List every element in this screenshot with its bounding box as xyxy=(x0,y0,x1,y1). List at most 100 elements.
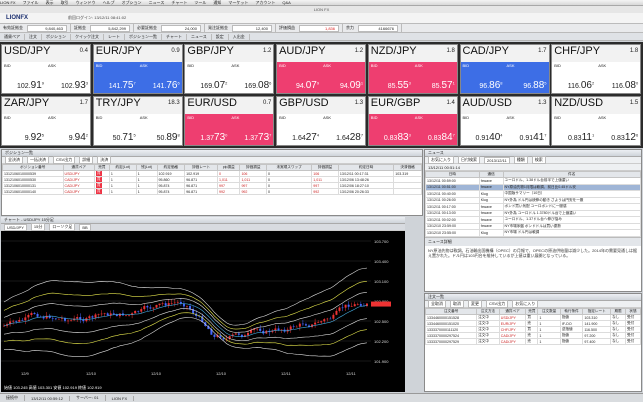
rate-tile[interactable]: AUD/USD 1.3 BID 0.91404 ASK 0.91417 xyxy=(459,96,550,146)
panel-tool-button[interactable]: 検索 xyxy=(531,156,546,164)
bid-button[interactable]: BID 102.919 xyxy=(2,62,46,93)
rate-tile[interactable]: AUD/JPY 1.2 BID 94.079 ASK 94.091 xyxy=(276,44,367,94)
ask-button[interactable]: ASK 96.885 xyxy=(504,62,549,93)
panel-tool-button[interactable]: 一括決済 xyxy=(27,156,49,164)
toolbar-button[interactable]: ポジション一覧 xyxy=(125,33,162,40)
rate-tile[interactable]: NZD/JPY 1.8 BID 85.553 ASK 85.571 xyxy=(367,44,458,94)
ask-price-main: 102. xyxy=(61,83,75,90)
rate-tile[interactable]: GBP/JPY 1.2 BID 169.072 ASK 169.086 xyxy=(184,44,275,94)
rate-spread: 1.8 xyxy=(629,48,639,54)
toolbar-button[interactable]: クイック注文 xyxy=(71,33,104,40)
account-label: 有効証拠金 xyxy=(3,25,23,30)
panel-tool-button[interactable]: CSV出力 xyxy=(486,300,509,308)
menu-item[interactable]: LION FX xyxy=(0,0,16,5)
menu-item[interactable]: ニュース xyxy=(149,0,165,6)
panel-tool-button[interactable]: 全決済 xyxy=(5,156,23,164)
toolbar-button[interactable]: 注文 xyxy=(25,33,42,40)
panel-tool-button[interactable]: 全取消 xyxy=(428,300,446,308)
panel-tool-button[interactable]: BB xyxy=(79,223,91,231)
bid-button[interactable]: BID 0.91404 xyxy=(460,114,505,145)
menu-item[interactable]: マーケット xyxy=(228,0,248,6)
candlestick-chart[interactable]: 103.700103.400103.100102.800102.500102.2… xyxy=(1,231,403,377)
ask-button[interactable]: ASK 1.37737 xyxy=(229,114,274,145)
bid-button[interactable]: BID 50.715 xyxy=(93,114,138,145)
bid-button[interactable]: BID 94.079 xyxy=(277,62,322,93)
toolbar-button[interactable]: 設定 xyxy=(212,33,229,40)
ask-button[interactable]: ASK 1.64287 xyxy=(321,114,366,145)
panel-tool-button[interactable]: お気に入り xyxy=(512,300,539,308)
rate-tile[interactable]: TRY/JPY 18.3 BID 50.715 ASK 50.898 xyxy=(92,96,183,146)
menu-item[interactable]: ツール xyxy=(194,0,206,6)
bid-button[interactable]: BID 96.868 xyxy=(460,62,505,93)
bid-button[interactable]: BID 116.062 xyxy=(552,62,597,93)
rate-tile[interactable]: CAD/JPY 1.7 BID 96.868 ASK 96.885 xyxy=(459,44,550,94)
bid-price-pip: 2 xyxy=(225,80,228,86)
ask-button[interactable]: ASK 0.83847 xyxy=(412,114,457,145)
rate-tile[interactable]: USD/JPY 0.4 BID 102.919 ASK 102.933 xyxy=(1,44,91,94)
ask-button[interactable]: ASK 0.83126 xyxy=(596,114,641,145)
ask-button[interactable]: ASK 94.091 xyxy=(321,62,366,93)
bid-button[interactable]: BID 1.37730 xyxy=(185,114,230,145)
panel-tool-button[interactable]: 変更 xyxy=(468,300,482,308)
toolbar-button[interactable]: チャート xyxy=(162,33,187,40)
ask-button[interactable]: ASK 85.571 xyxy=(412,62,457,93)
menu-item[interactable]: アカウント xyxy=(255,0,275,6)
ask-button[interactable]: ASK 50.898 xyxy=(137,114,182,145)
ask-button[interactable]: ASK 0.91417 xyxy=(504,114,549,145)
panel-tool-button[interactable]: USD/JPY xyxy=(4,223,27,231)
ask-button[interactable]: ASK 141.766 xyxy=(137,62,182,93)
menu-item[interactable]: ウィンドウ xyxy=(76,0,96,6)
panel-tool-button[interactable]: 詳細 xyxy=(79,156,94,164)
bid-price-pip: 5 xyxy=(133,132,136,138)
account-label: 証拠金 xyxy=(74,25,86,30)
ask-button[interactable]: ASK 9.942 xyxy=(46,114,90,145)
menu-item[interactable]: 取引 xyxy=(61,0,69,6)
ask-price-big: 08 xyxy=(624,80,636,91)
toolbar-button[interactable]: ポジション xyxy=(42,33,71,40)
panel-tool-button[interactable]: CSV出力 xyxy=(53,156,76,164)
menu-item[interactable]: ヘルプ xyxy=(103,0,115,6)
ask-price: 0.83126 xyxy=(611,132,638,143)
panel-tool-button[interactable]: 決済 xyxy=(97,156,112,164)
ask-button[interactable]: ASK 102.933 xyxy=(46,62,90,93)
toolbar-button[interactable]: 通貨ペア xyxy=(0,33,25,40)
bid-button[interactable]: BID 9.925 xyxy=(2,114,46,145)
bid-button[interactable]: BID 169.072 xyxy=(185,62,230,93)
table-row[interactable]: 13/12/10 23:55:00 Klug NY市場 ドル円は軟調 xyxy=(425,229,642,237)
bid-button[interactable]: BID 0.83111 xyxy=(552,114,597,145)
rate-tile[interactable]: ZAR/JPY 1.7 BID 9.925 ASK 9.942 xyxy=(1,96,91,146)
panel-tool-button[interactable]: 15分 xyxy=(30,223,46,231)
bid-button[interactable]: BID 141.757 xyxy=(93,62,138,93)
ask-button[interactable]: ASK 169.086 xyxy=(229,62,274,93)
bid-button[interactable]: BID 1.64274 xyxy=(277,114,322,145)
bid-button[interactable]: BID 0.83833 xyxy=(368,114,413,145)
table-row[interactable]: 1312106010000140 CAD/JPY 買 1 1 95.874 96.871 99… xyxy=(2,188,422,195)
menu-item[interactable]: Q&A xyxy=(282,0,290,5)
rate-tile[interactable]: EUR/USD 0.7 BID 1.37730 ASK 1.37737 xyxy=(184,96,275,146)
panel-tool-button[interactable]: 取消 xyxy=(450,300,464,308)
menu-item[interactable]: 表示 xyxy=(46,0,54,6)
table-cell: 受付 xyxy=(625,338,641,345)
toolbar-button[interactable]: レート xyxy=(104,33,125,40)
panel-tool-button[interactable]: 種類 xyxy=(513,156,528,164)
panel-tool-button[interactable]: お気に入り xyxy=(428,156,454,164)
rate-tile[interactable]: GBP/USD 1.3 BID 1.64274 ASK 1.64287 xyxy=(276,96,367,146)
panel-tool-button[interactable]: 日付検索 xyxy=(458,156,480,164)
table-row[interactable]: 1333370000297529 注文中 CAD/JPY 売 1 指値 97.400 なし 受付 xyxy=(424,338,641,345)
menu-item[interactable]: 通知 xyxy=(213,0,221,6)
panel-tool-button[interactable]: ローソク足 xyxy=(49,223,76,231)
menu-item[interactable]: ファイル xyxy=(23,0,39,6)
rate-tile[interactable]: EUR/JPY 0.9 BID 141.757 ASK 141.766 xyxy=(92,44,183,94)
candle-body xyxy=(18,319,21,322)
candle-body xyxy=(356,304,359,305)
bid-button[interactable]: BID 85.553 xyxy=(368,62,413,93)
menu-item[interactable]: オプション xyxy=(122,0,142,6)
toolbar-button[interactable]: 入出金 xyxy=(229,33,250,40)
rate-tile[interactable]: EUR/GBP 1.4 BID 0.83833 ASK 0.83847 xyxy=(367,96,458,146)
toolbar-button[interactable]: ニュース xyxy=(187,33,212,40)
rate-tile[interactable]: NZD/USD 1.5 BID 0.83111 ASK 0.83126 xyxy=(551,96,642,146)
panel-tool-button[interactable]: 2013/12/11 xyxy=(484,156,510,164)
rate-tile[interactable]: CHF/JPY 1.8 BID 116.062 ASK 116.080 xyxy=(551,44,642,94)
menu-item[interactable]: チャート xyxy=(171,0,187,6)
ask-button[interactable]: ASK 116.080 xyxy=(596,62,641,93)
